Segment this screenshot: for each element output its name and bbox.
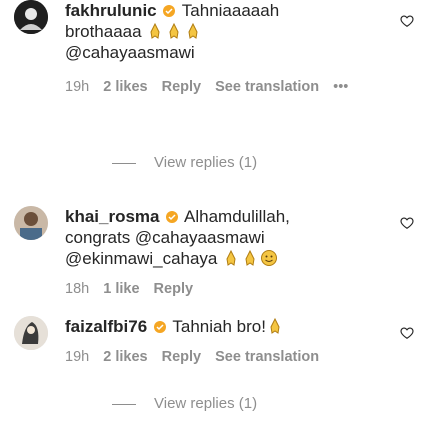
smiley-icon	[261, 250, 278, 266]
praying-hands-icon	[150, 22, 160, 39]
avatar[interactable]	[14, 316, 48, 350]
comment-meta: 19h 2 likes Reply See translation	[65, 349, 385, 365]
comment-text-line1: Alhamdulillah,	[184, 207, 290, 226]
see-translation-button[interactable]: See translation	[215, 79, 319, 95]
comment-meta: 18h 1 like Reply	[65, 281, 385, 297]
avatar-image	[14, 316, 48, 350]
reply-button[interactable]: Reply	[154, 281, 194, 297]
praying-hands-icon	[245, 249, 255, 266]
likes-count[interactable]: 2 likes	[103, 79, 147, 95]
comment-username[interactable]: faizalfbi76	[65, 317, 147, 336]
comment-text: khai_rosma Alhamdulillah, congrats @caha…	[65, 206, 385, 269]
likes-count[interactable]: 2 likes	[103, 349, 147, 365]
more-options-button[interactable]: •••	[333, 79, 348, 95]
emoji-icon	[163, 1, 176, 17]
likes-count[interactable]: 1 like	[103, 281, 139, 297]
avatar[interactable]	[14, 0, 48, 34]
emoji-icon	[166, 207, 179, 223]
view-replies-label: View replies (1)	[154, 154, 258, 171]
comment-mention[interactable]: @ekinmawi_cahaya	[65, 249, 217, 268]
view-replies-label: View replies (1)	[154, 395, 258, 412]
comment-mention[interactable]: @cahayaasmawi	[65, 43, 195, 62]
avatar-image	[14, 206, 48, 240]
divider-line	[112, 162, 136, 164]
comment-text: faizalfbi76 Tahniah bro!	[65, 316, 385, 337]
reply-button[interactable]: Reply	[162, 349, 202, 365]
comment-time: 19h	[65, 79, 90, 95]
praying-hands-icon	[169, 22, 179, 39]
comment-time: 18h	[65, 281, 90, 297]
view-replies-button[interactable]: View replies (1)	[112, 154, 257, 171]
comment-username[interactable]: khai_rosma	[65, 207, 160, 226]
heart-icon[interactable]	[400, 216, 414, 230]
comment-body: khai_rosma Alhamdulillah, congrats @caha…	[65, 206, 385, 297]
comment-text-line2: brothaaaa	[65, 22, 142, 41]
comment-text-line2: congrats @cahayaasmawi	[65, 228, 265, 247]
heart-icon[interactable]	[400, 326, 414, 340]
see-translation-button[interactable]: See translation	[215, 349, 319, 365]
comment-text-line1: Tahniaaaaah	[181, 1, 280, 20]
heart-icon[interactable]	[400, 14, 414, 28]
comment-username[interactable]: fakhrulunic	[65, 1, 157, 20]
comment-body: fakhrulunic Tahniaaaaah brothaaaa @cahay…	[65, 0, 385, 95]
praying-hands-icon	[226, 249, 236, 266]
avatar[interactable]	[14, 206, 48, 240]
comment-time: 19h	[65, 349, 90, 365]
avatar-image	[14, 0, 48, 34]
divider-line	[112, 403, 136, 405]
comment-text: fakhrulunic Tahniaaaaah brothaaaa @cahay…	[65, 0, 385, 63]
comment-meta: 19h 2 likes Reply See translation •••	[65, 79, 385, 95]
comment-text-line1: Tahniah bro!	[172, 317, 266, 336]
emoji-icon	[153, 317, 166, 333]
reply-button[interactable]: Reply	[162, 79, 202, 95]
view-replies-button[interactable]: View replies (1)	[112, 395, 257, 412]
praying-hands-icon	[270, 317, 280, 334]
praying-hands-icon	[188, 22, 198, 39]
comment-body: faizalfbi76 Tahniah bro! 19h 2 likes Rep…	[65, 316, 385, 365]
